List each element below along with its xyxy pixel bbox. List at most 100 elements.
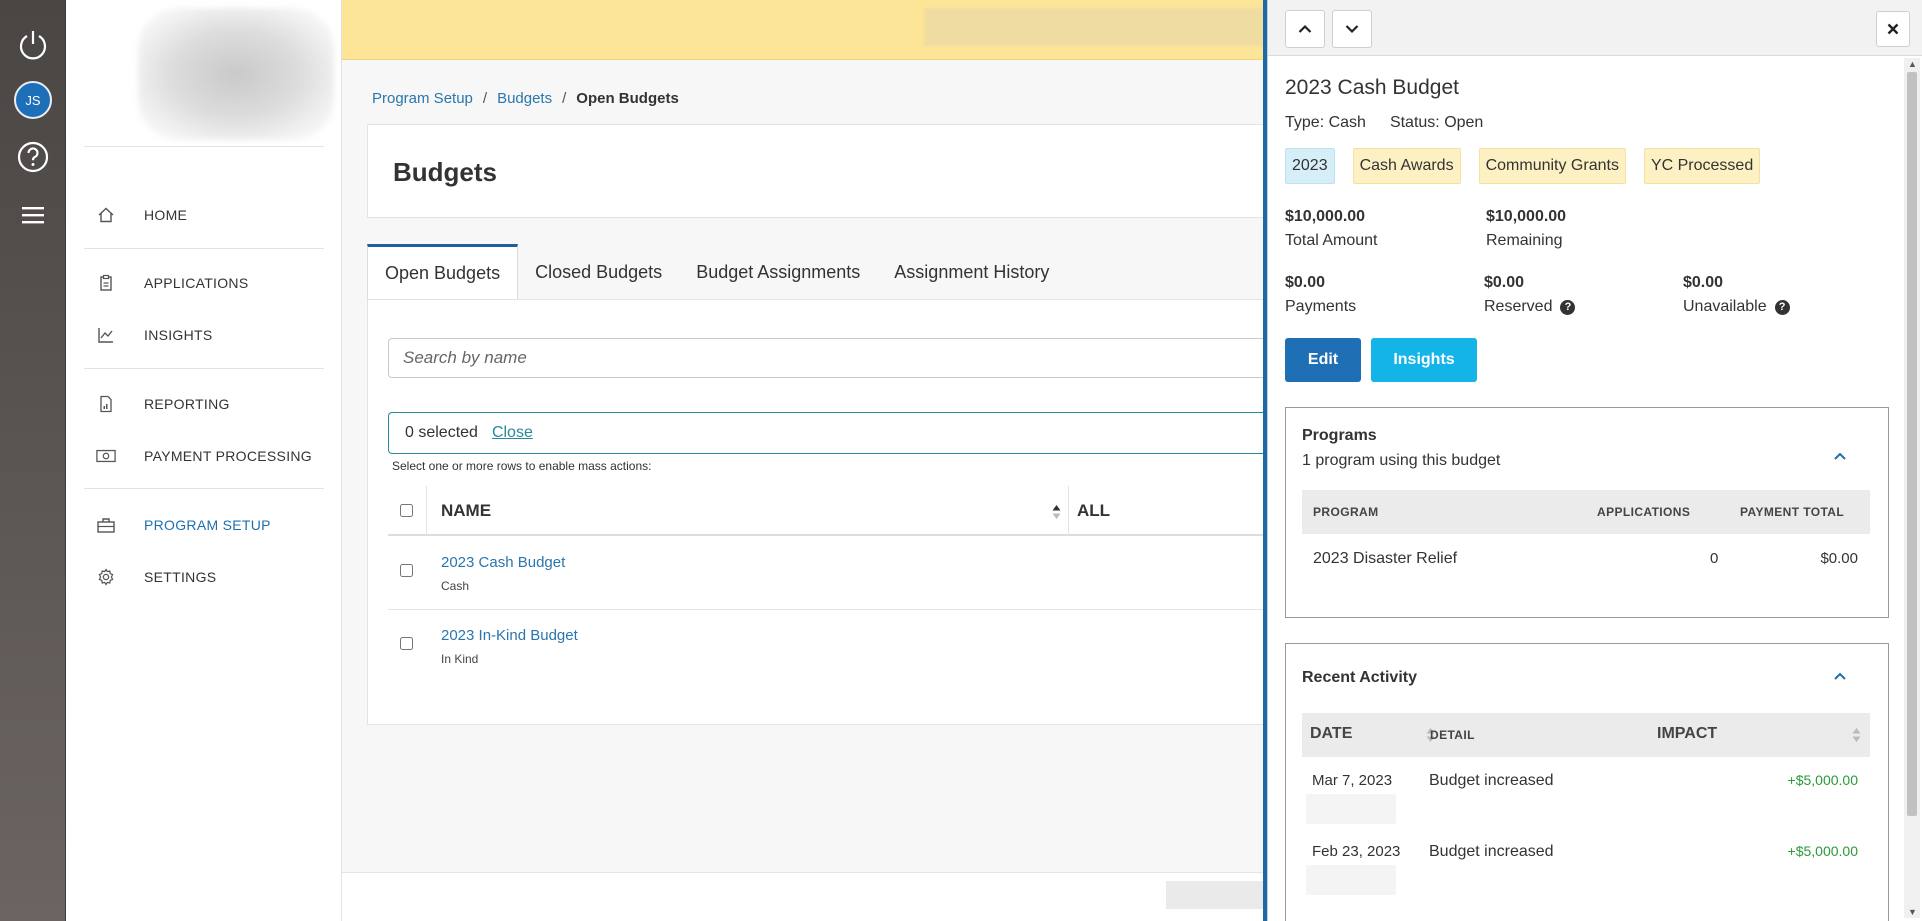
insights-button[interactable]: Insights [1371, 338, 1477, 382]
nav-divider [84, 488, 324, 489]
reserved-value: $0.00 [1484, 274, 1525, 291]
program-payment-total: $0.00 [1820, 550, 1858, 567]
breadcrumb-program-setup[interactable]: Program Setup [372, 90, 473, 107]
redacted-cell [1306, 865, 1396, 895]
scroll-up-arrow[interactable]: ▲ [1908, 59, 1917, 69]
unavailable-value: $0.00 [1683, 274, 1724, 291]
activity-impact: +$5,000.00 [1787, 843, 1858, 859]
nav-item-label: INSIGHTS [144, 327, 213, 343]
footer-redacted-content [1166, 881, 1266, 909]
remaining-value: $10,000.00 [1486, 208, 1567, 225]
nav-item-reporting[interactable]: REPORTING [96, 389, 230, 419]
column-header-name[interactable]: NAME [441, 501, 491, 521]
nav-item-applications[interactable]: APPLICATIONS [96, 268, 248, 298]
activity-detail: Budget increased [1429, 772, 1554, 789]
activity-detail: Budget increased [1429, 843, 1554, 860]
previous-button[interactable] [1285, 10, 1325, 48]
search-input[interactable] [388, 338, 1265, 378]
nav-item-label: REPORTING [144, 396, 230, 412]
total-amount-value: $10,000.00 [1285, 208, 1366, 225]
user-avatar[interactable]: JS [14, 81, 52, 119]
breadcrumb-separator: / [562, 90, 567, 107]
gear-icon [96, 567, 116, 587]
nav-item-insights[interactable]: INSIGHTS [96, 320, 213, 350]
selection-bar: 0 selected Close [388, 412, 1265, 454]
payments-value: $0.00 [1285, 274, 1326, 291]
chevron-up-icon [1298, 24, 1312, 33]
column-header-impact[interactable]: IMPACT [1657, 725, 1717, 743]
budget-status-text: Status: Open [1389, 114, 1484, 131]
payments-label: Payments [1285, 298, 1357, 315]
budget-type: Cash [441, 579, 470, 593]
tab-open-budgets[interactable]: Open Budgets [367, 244, 519, 300]
chevron-up-icon[interactable] [1832, 448, 1848, 464]
nav-item-program-setup[interactable]: PROGRAM SETUP [96, 510, 271, 540]
chevron-down-icon [1345, 25, 1359, 34]
row-checkbox[interactable] [400, 564, 413, 577]
nav-item-settings[interactable]: SETTINGS [96, 562, 216, 592]
menu-icon[interactable] [14, 196, 52, 234]
chart-icon [96, 325, 116, 345]
nav-divider [84, 248, 324, 249]
column-header-partial[interactable]: ALL [1077, 501, 1110, 521]
page-title: Budgets [393, 157, 497, 187]
next-button[interactable] [1332, 10, 1372, 48]
panel-scrollbar[interactable]: ▲ ▼ [1904, 58, 1920, 918]
report-icon [96, 394, 116, 414]
budget-name-link[interactable]: 2023 Cash Budget [441, 554, 565, 571]
nav-item-home[interactable]: HOME [96, 200, 187, 230]
nav-divider [84, 146, 324, 147]
banner-redacted-content [924, 8, 1264, 46]
edit-button[interactable]: Edit [1285, 338, 1361, 382]
column-header-applications: APPLICATIONS [1597, 505, 1691, 519]
table-row: 2023 Cash Budget Cash [388, 538, 1265, 610]
money-icon [96, 446, 116, 466]
row-checkbox[interactable] [400, 637, 413, 650]
column-header-date[interactable]: DATE [1310, 725, 1352, 743]
tab-budget-assignments[interactable]: Budget Assignments [679, 244, 877, 300]
sort-icon[interactable] [1852, 727, 1861, 743]
programs-table-header: PROGRAM APPLICATIONS PAYMENT TOTAL [1302, 490, 1870, 534]
clipboard-icon [96, 273, 116, 293]
budget-type-text: Type: Cash [1285, 114, 1366, 131]
tag: YC Processed [1643, 148, 1761, 184]
table-header: NAME ALL [388, 486, 1265, 536]
select-all-checkbox[interactable] [400, 504, 413, 517]
program-applications: 0 [1710, 550, 1719, 567]
main-content: Program Setup / Budgets / Open Budgets B… [342, 60, 1265, 921]
budgets-table-card: 0 selected Close Select one or more rows… [367, 299, 1265, 725]
budget-type: In Kind [441, 652, 479, 666]
tab-assignment-history[interactable]: Assignment History [877, 244, 1066, 300]
nav-divider [84, 368, 324, 369]
question-circle-icon[interactable]: ? [1560, 299, 1576, 315]
redacted-cell [1306, 794, 1396, 824]
total-amount-figure: $10,000.00 Total Amount [1285, 208, 1378, 250]
breadcrumb-current: Open Budgets [576, 90, 679, 107]
question-circle-icon[interactable]: ? [1774, 299, 1790, 315]
notice-banner [342, 0, 1264, 60]
recent-activity-title: Recent Activity [1302, 669, 1417, 686]
activity-impact: +$5,000.00 [1787, 772, 1858, 788]
sort-icon[interactable] [1052, 504, 1061, 520]
column-header-program: PROGRAM [1313, 505, 1379, 519]
page-header-card: Budgets [367, 124, 1264, 218]
help-icon[interactable] [14, 138, 52, 176]
panel-title: 2023 Cash Budget [1285, 76, 1459, 99]
panel-meta: Type: Cash Status: Open [1285, 114, 1483, 132]
scrollbar-thumb[interactable] [1907, 72, 1917, 816]
budget-name-link[interactable]: 2023 In-Kind Budget [441, 627, 578, 644]
power-icon[interactable] [14, 26, 52, 64]
recent-activity-section: Recent Activity DATE DETAIL IMPACT Mar 7… [1285, 643, 1889, 921]
nav-item-label: PROGRAM SETUP [144, 517, 271, 533]
scroll-down-arrow[interactable]: ▼ [1908, 907, 1917, 917]
activity-date: Feb 23, 2023 [1312, 843, 1401, 860]
chevron-up-icon[interactable] [1832, 668, 1848, 684]
nav-item-payment-processing[interactable]: PAYMENT PROCESSING [96, 441, 312, 471]
reserved-figure: $0.00 Reserved? [1484, 274, 1576, 316]
close-selection-link[interactable]: Close [492, 424, 533, 442]
selected-count: 0 selected [405, 424, 478, 441]
breadcrumb: Program Setup / Budgets / Open Budgets [372, 90, 679, 107]
breadcrumb-budgets[interactable]: Budgets [497, 90, 552, 107]
close-panel-button[interactable] [1876, 11, 1910, 47]
tab-closed-budgets[interactable]: Closed Budgets [518, 244, 679, 300]
